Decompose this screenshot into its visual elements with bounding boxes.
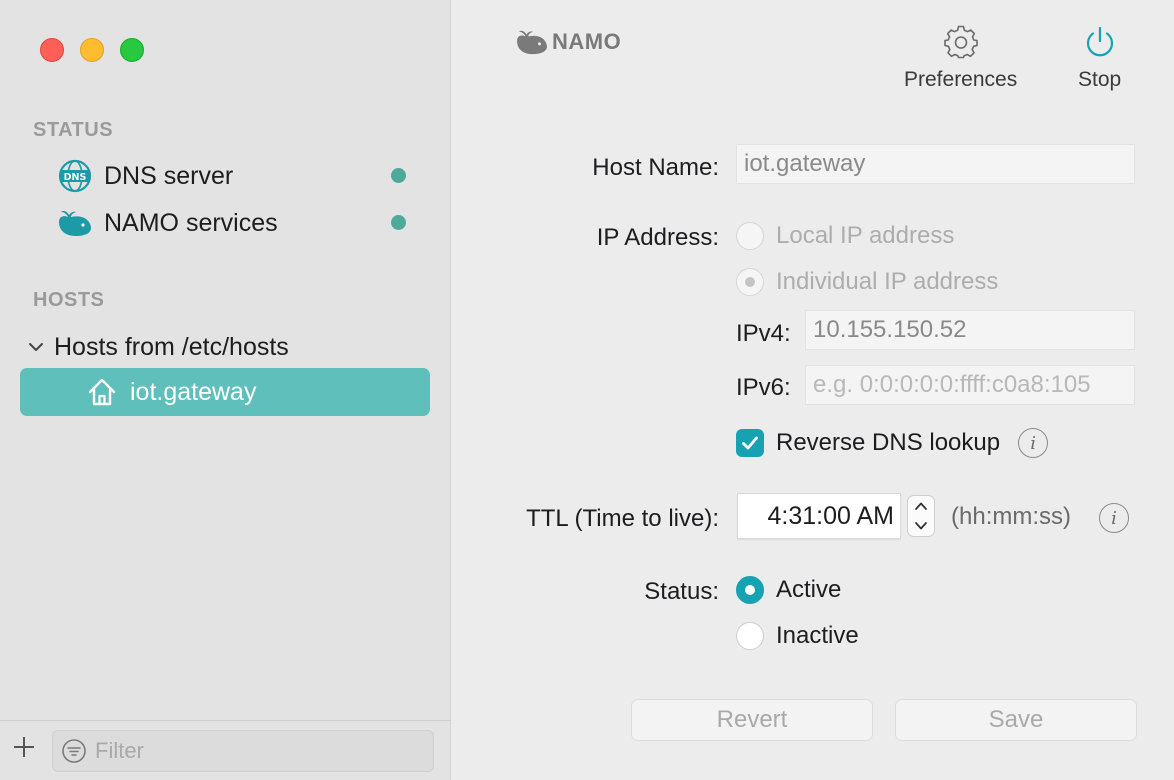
ipv6-label: IPv6: — [736, 374, 791, 401]
filter-input[interactable] — [95, 738, 395, 764]
radio-inactive-label: Inactive — [776, 622, 859, 649]
minimize-window-button[interactable] — [80, 38, 104, 62]
info-icon[interactable]: i — [1018, 428, 1049, 458]
status-indicator-dot — [391, 215, 406, 230]
ip-address-label: IP Address: — [596, 224, 719, 251]
hosts-group-label: Hosts from /etc/hosts — [54, 332, 289, 361]
host-name-field[interactable] — [736, 144, 1135, 184]
preferences-button[interactable]: Preferences — [904, 24, 1017, 92]
hosts-group-etc-hosts[interactable]: Hosts from /etc/hosts — [26, 329, 289, 365]
app-window: STATUS DNS DNS server NAMO services HOST… — [0, 0, 1174, 780]
house-icon — [86, 375, 120, 409]
reverse-dns-label: Reverse DNS lookup — [776, 429, 1001, 456]
preferences-label: Preferences — [904, 68, 1018, 91]
plus-icon — [14, 737, 34, 757]
status-item-label: DNS server — [104, 161, 234, 190]
host-item-label: iot.gateway — [130, 377, 257, 406]
whale-icon — [56, 204, 94, 242]
stop-label: Stop — [1078, 68, 1122, 91]
host-item-iot-gateway[interactable]: iot.gateway — [20, 368, 430, 416]
radio-button[interactable] — [736, 576, 764, 604]
dns-globe-icon: DNS — [56, 157, 94, 195]
add-host-button[interactable] — [12, 735, 36, 759]
filter-icon — [62, 739, 86, 763]
radio-individual-ip-label: Individual IP address — [776, 268, 999, 295]
hosts-heading: HOSTS — [33, 289, 105, 311]
filter-field[interactable] — [52, 730, 434, 772]
status-item-dns-server[interactable]: DNS DNS server — [56, 156, 416, 196]
ipv4-label: IPv4: — [736, 320, 791, 347]
radio-button[interactable] — [736, 268, 764, 296]
reverse-dns-checkbox[interactable] — [736, 429, 764, 457]
save-button[interactable]: Save — [895, 699, 1137, 741]
chevron-down-icon[interactable] — [26, 337, 46, 357]
gear-icon — [943, 24, 978, 60]
info-icon[interactable]: i — [1099, 503, 1129, 533]
close-window-button[interactable] — [40, 38, 64, 62]
whale-logo-icon — [517, 30, 547, 55]
radio-button[interactable] — [736, 622, 764, 650]
sidebar-footer — [0, 720, 451, 780]
stepper-down-icon[interactable] — [914, 518, 928, 534]
main-panel: NAMO Preferences Stop Host Name: iot.gat… — [452, 0, 1174, 780]
sidebar: STATUS DNS DNS server NAMO services HOST… — [0, 0, 451, 780]
radio-status-active[interactable]: Active — [736, 576, 841, 604]
ttl-label: TTL (Time to live): — [526, 505, 719, 532]
zoom-window-button[interactable] — [120, 38, 144, 62]
radio-individual-ip[interactable]: Individual IP address — [736, 268, 998, 296]
host-name-label: Host Name: — [592, 154, 719, 181]
namo-logo: NAMO — [514, 28, 621, 56]
ttl-unit-label: (hh:mm:ss) — [951, 503, 1071, 530]
power-icon — [1083, 24, 1117, 60]
revert-button[interactable]: Revert — [631, 699, 873, 741]
status-label: Status: — [644, 578, 719, 605]
ttl-stepper[interactable] — [907, 495, 935, 537]
reverse-dns-checkbox-row[interactable]: Reverse DNS lookup i — [736, 428, 1049, 458]
radio-local-ip[interactable]: Local IP address — [736, 222, 954, 250]
svg-text:DNS: DNS — [64, 172, 87, 183]
radio-active-label: Active — [776, 576, 842, 603]
radio-local-ip-label: Local IP address — [776, 222, 955, 249]
stepper-up-icon[interactable] — [914, 498, 928, 514]
status-heading: STATUS — [33, 119, 114, 141]
stop-button[interactable]: Stop — [1078, 24, 1121, 92]
radio-button[interactable] — [736, 222, 764, 250]
status-item-namo-services[interactable]: NAMO services — [56, 203, 416, 243]
ttl-time-field[interactable]: 4:31:00 AM — [737, 493, 901, 539]
status-item-label: NAMO services — [104, 208, 278, 237]
ipv4-field[interactable] — [805, 310, 1135, 350]
checkmark-icon — [742, 436, 758, 450]
ipv6-field[interactable] — [805, 365, 1135, 405]
radio-status-inactive[interactable]: Inactive — [736, 622, 859, 650]
logo-text: NAMO — [552, 29, 622, 54]
status-indicator-dot — [391, 168, 406, 183]
